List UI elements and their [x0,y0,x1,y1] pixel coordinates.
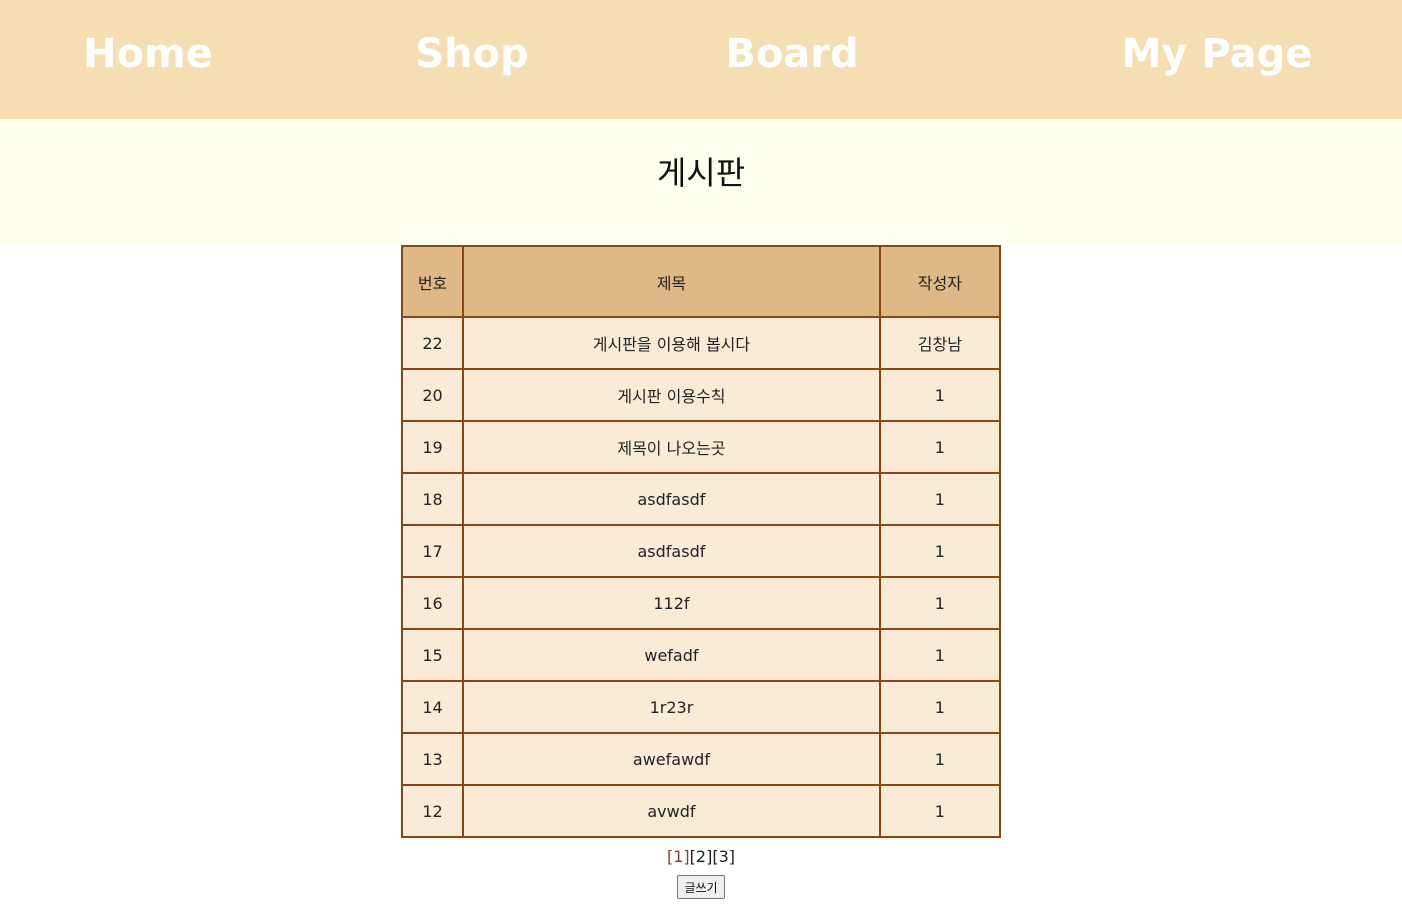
row-number: 19 [400,420,465,474]
header-number: 번호 [400,245,465,318]
table-row[interactable]: 22 게시판을 이용해 봅시다 김창남 [400,316,1002,370]
row-title-link[interactable]: asdfasdf [462,472,881,526]
page-link-3[interactable]: [3] [712,847,735,866]
write-post-button[interactable]: 글쓰기 [677,875,725,899]
row-writer: 1 [878,732,1002,786]
row-title-link[interactable]: 1r23r [462,680,881,734]
row-title-link[interactable]: 게시판을 이용해 봅시다 [462,316,881,370]
write-button-wrap: 글쓰기 [401,875,1001,899]
pagination: [1][2][3] [401,847,1001,867]
table-row[interactable]: 17 asdfasdf 1 [400,524,1002,578]
row-title-link[interactable]: awefawdf [462,732,881,786]
board-table: 번호 제목 작성자 22 게시판을 이용해 봅시다 김창남 20 게시판 이용수칙 1 19… [400,245,1002,838]
row-writer: 1 [878,628,1002,682]
header-writer: 작성자 [878,245,1002,318]
page-banner: 게시판 [0,119,1402,244]
table-row[interactable]: 16 112f 1 [400,576,1002,630]
row-title-link[interactable]: asdfasdf [462,524,881,578]
row-writer: 1 [878,420,1002,474]
row-writer: 1 [878,368,1002,422]
table-row[interactable]: 14 1r23r 1 [400,680,1002,734]
row-writer: 1 [878,680,1002,734]
row-number: 18 [400,472,465,526]
page-link-2[interactable]: [2] [690,847,713,866]
row-number: 16 [400,576,465,630]
row-number: 13 [400,732,465,786]
row-number: 20 [400,368,465,422]
row-writer: 1 [878,784,1002,838]
row-number: 14 [400,680,465,734]
row-writer: 1 [878,524,1002,578]
table-row[interactable]: 20 게시판 이용수칙 1 [400,368,1002,422]
row-number: 12 [400,784,465,838]
table-row[interactable]: 13 awefawdf 1 [400,732,1002,786]
row-title-link[interactable]: 제목이 나오는곳 [462,420,881,474]
table-row[interactable]: 18 asdfasdf 1 [400,472,1002,526]
row-writer: 김창남 [878,316,1002,370]
row-writer: 1 [878,576,1002,630]
table-body: 22 게시판을 이용해 봅시다 김창남 20 게시판 이용수칙 1 19 제목이 나오는곳 1 1… [400,316,1002,838]
table-row[interactable]: 15 wefadf 1 [400,628,1002,682]
page-title: 게시판 [656,154,746,192]
row-title-link[interactable]: wefadf [462,628,881,682]
row-writer: 1 [878,472,1002,526]
row-title-link[interactable]: avwdf [462,784,881,838]
row-number: 17 [400,524,465,578]
row-title-link[interactable]: 게시판 이용수칙 [462,368,881,422]
table-row[interactable]: 12 avwdf 1 [400,784,1002,838]
page-link-1[interactable]: [1] [667,847,690,866]
table-header-row: 번호 제목 작성자 [400,245,1002,318]
row-number: 22 [400,316,465,370]
board-container: 번호 제목 작성자 22 게시판을 이용해 봅시다 김창남 20 게시판 이용수칙 1 19… [400,245,1002,899]
header-title: 제목 [462,245,881,318]
row-title-link[interactable]: 112f [462,576,881,630]
table-row[interactable]: 19 제목이 나오는곳 1 [400,420,1002,474]
row-number: 15 [400,628,465,682]
